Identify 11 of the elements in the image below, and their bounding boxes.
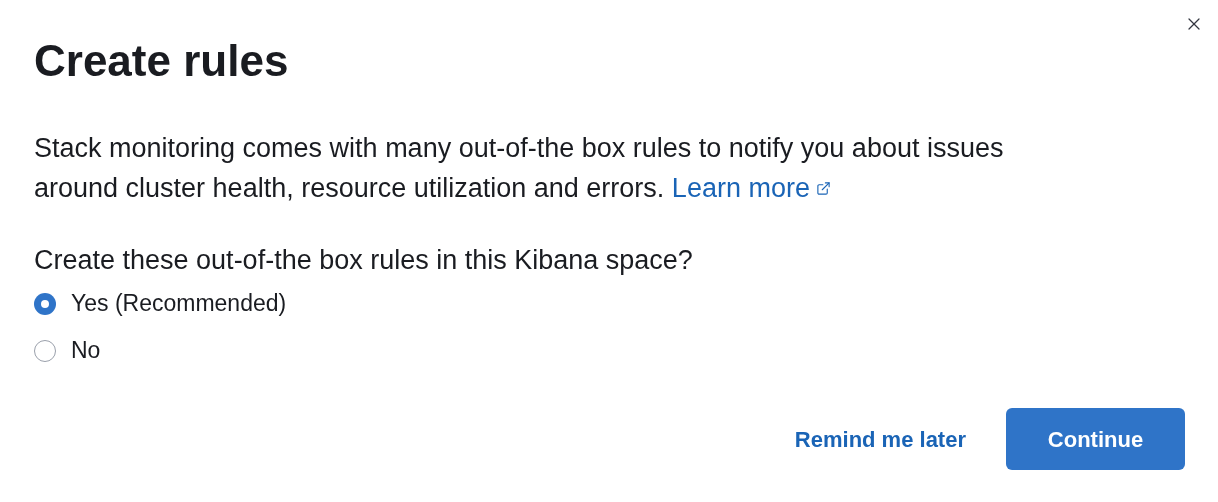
continue-button[interactable]: Continue [1006, 408, 1185, 470]
radio-selected[interactable] [34, 292, 56, 315]
learn-more-link[interactable]: Learn more [671, 168, 831, 208]
radio-option[interactable]: No [34, 327, 101, 374]
radio-option[interactable]: Yes (Recommended) [34, 280, 287, 327]
description-text: Stack monitoring comes with many out-of-the box rules to notify you about issues around cluster health, resource utilization and errors. Learn more [34, 128, 1064, 208]
modal-title: Create rules [34, 36, 289, 86]
external-link-icon [815, 180, 831, 196]
radio-unselected[interactable] [34, 339, 56, 362]
question-text: Create these out-of-the box rules in this Kibana space? [34, 244, 693, 277]
remind-later-button[interactable]: Remind me later [792, 408, 968, 470]
